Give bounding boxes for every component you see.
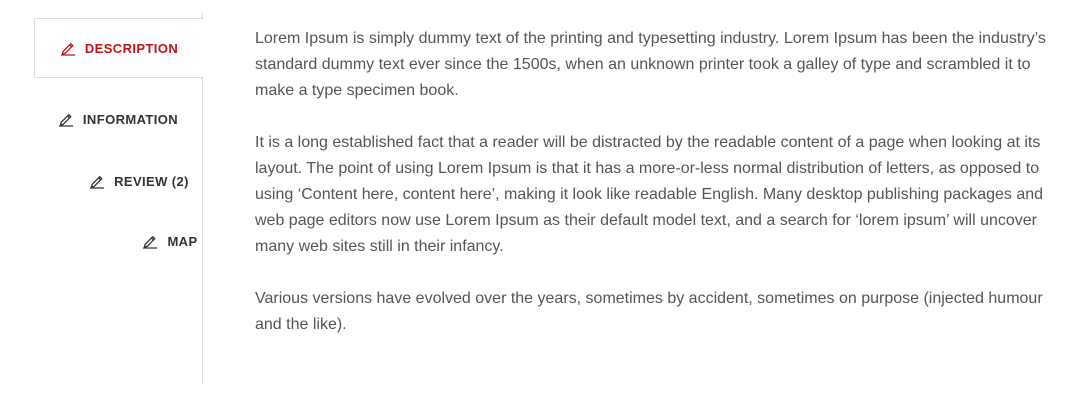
pencil-icon (142, 233, 158, 249)
pencil-icon (60, 40, 76, 56)
tab-description[interactable]: DESCRIPTION (34, 18, 203, 78)
tab-label: REVIEW (2) (114, 173, 189, 189)
tab-information[interactable]: INFORMATION (34, 102, 202, 136)
pencil-icon (58, 111, 74, 127)
tab-content-description: Lorem Ipsum is simply dummy text of the … (255, 26, 1055, 364)
tab-label: MAP (167, 233, 198, 249)
description-paragraph: Various versions have evolved over the y… (255, 290, 1043, 333)
tab-label: DESCRIPTION (84, 40, 179, 56)
description-paragraph: It is a long established fact that a rea… (255, 134, 1044, 255)
tab-review[interactable]: REVIEW (2) (34, 164, 244, 198)
pencil-icon (89, 173, 105, 189)
tab-label: INFORMATION (82, 111, 179, 127)
product-tabs: DESCRIPTION INFORMATION REVIEW (2) MAP L… (0, 0, 1089, 413)
description-paragraph: Lorem Ipsum is simply dummy text of the … (255, 30, 1046, 99)
